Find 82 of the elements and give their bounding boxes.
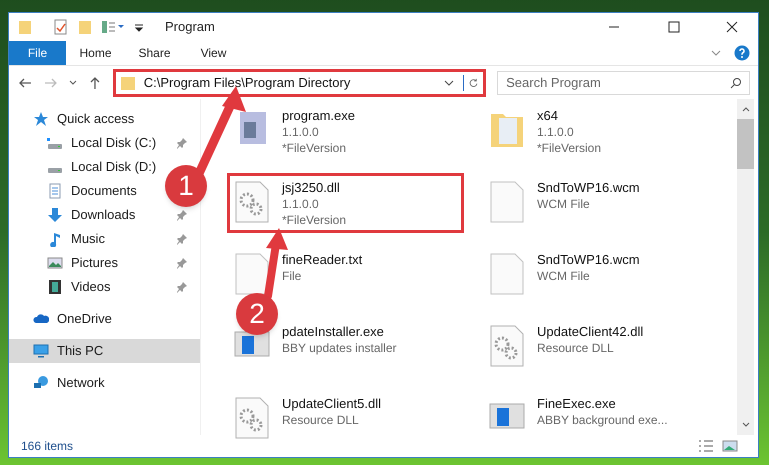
network-icon	[33, 375, 49, 391]
gears-file-icon	[234, 180, 270, 224]
monitor-icon	[33, 343, 49, 359]
properties-icon	[53, 19, 69, 35]
nav-item[interactable]: This PC	[9, 339, 200, 363]
file-detail: File	[282, 268, 302, 284]
nav-item[interactable]: Quick access	[9, 107, 142, 131]
ribbon-tab[interactable]: Share	[125, 41, 184, 65]
file-detail: ABBY background exe...	[537, 412, 668, 428]
file-name: jsj3250.dll	[282, 180, 341, 196]
star-icon	[33, 111, 49, 127]
gears-file-icon	[489, 324, 525, 368]
file-item[interactable]: SndToWP16.wcm WCM File	[482, 173, 719, 233]
details-view-icon[interactable]	[698, 438, 714, 454]
folder-icon	[120, 74, 136, 90]
file-detail: BBY updates installer	[282, 340, 397, 356]
file-name: SndToWP16.wcm	[537, 180, 640, 196]
nav-item[interactable]: Local Disk (C:)	[9, 131, 164, 155]
nav-item[interactable]: Downloads	[9, 203, 144, 227]
file-name: program.exe	[282, 108, 355, 124]
nav-item[interactable]: OneDrive	[9, 307, 120, 331]
ribbon-tab[interactable]: View	[184, 41, 243, 65]
file-detail: WCM File	[537, 196, 591, 212]
file-item[interactable]: SndToWP16.wcm WCM File	[482, 245, 719, 305]
file-item[interactable]: jsj3250.dll 1.1.0.0 *FileVersion	[227, 173, 464, 233]
scroll-thumb[interactable]	[737, 119, 754, 169]
drive-icon	[47, 168, 63, 172]
chevron-down-icon[interactable]	[68, 78, 77, 86]
nav-item[interactable]: Pictures	[9, 251, 126, 275]
thumbnail-view-icon[interactable]	[722, 438, 738, 454]
file-name: fineReader.txt	[282, 252, 362, 268]
file-item[interactable]: FineExec.exe ABBY background exe...	[482, 389, 719, 449]
address-path: C:\Program Files\Program Directory	[144, 74, 352, 92]
file-name: FineExec.exe	[537, 396, 617, 412]
nav-item[interactable]: Local Disk (D:)	[9, 155, 164, 179]
address-bar[interactable]: C:\Program Files\Program Directory	[112, 68, 486, 96]
picture-icon	[47, 255, 63, 271]
file-icon	[489, 180, 525, 224]
help-icon[interactable]	[734, 45, 750, 61]
file-name: UpdateClient5.dll	[282, 396, 382, 412]
file-name: pdateInstaller.exe	[282, 324, 385, 340]
search-icon	[730, 76, 742, 88]
scrollbar[interactable]	[737, 99, 754, 435]
file-item[interactable]: program.exe 1.1.0.0 *FileVersion	[227, 101, 464, 161]
music-note-icon	[47, 231, 63, 247]
file-item[interactable]: UpdateClient5.dll Resource DLL	[227, 389, 464, 449]
file-detail: 1.1.0.0	[537, 124, 575, 140]
nav-item[interactable]: Music	[9, 227, 113, 251]
file-detail: *FileVersion	[537, 140, 602, 156]
file-icon	[234, 252, 270, 296]
file-name: x64	[537, 108, 559, 124]
file-detail: Resource DLL	[282, 412, 360, 428]
view-options-icon	[101, 19, 125, 35]
file-detail: 1.1.0.0	[282, 196, 320, 212]
film-icon	[47, 279, 63, 295]
file-icon	[489, 252, 525, 296]
ribbon-tab[interactable]: File	[9, 41, 66, 65]
file-item[interactable]: x64 1.1.0.0 *FileVersion	[482, 101, 719, 161]
refresh-icon[interactable]	[463, 74, 480, 90]
file-detail: *FileVersion	[282, 212, 346, 228]
document-icon	[47, 183, 63, 199]
maximize-icon[interactable]	[668, 21, 680, 33]
status-text: 166 items	[21, 438, 74, 455]
file-name: SndToWP16.wcm	[537, 252, 640, 268]
file-name: UpdateClient42.dll	[537, 324, 644, 340]
ribbon-tab[interactable]: Home	[66, 41, 125, 65]
window-title: Program	[165, 18, 216, 36]
file-detail: 1.1.0.0	[282, 124, 320, 140]
file-detail: *FileVersion	[282, 140, 348, 156]
file-item[interactable]: UpdateClient42.dll Resource DLL	[482, 317, 719, 377]
nav-item[interactable]: Videos	[9, 275, 119, 299]
download-icon	[47, 207, 63, 223]
search-field[interactable]: Search Program	[497, 70, 750, 94]
file-detail: WCM File	[537, 268, 591, 284]
close-icon[interactable]	[726, 21, 738, 33]
gears-file-icon	[234, 396, 270, 440]
nav-item[interactable]: Documents	[9, 179, 145, 203]
folder-icon	[77, 19, 93, 35]
folder-icon	[17, 19, 33, 35]
file-detail: Resource DLL	[537, 340, 615, 356]
nav-item[interactable]: Network	[9, 371, 113, 395]
drive-icon	[47, 138, 63, 148]
